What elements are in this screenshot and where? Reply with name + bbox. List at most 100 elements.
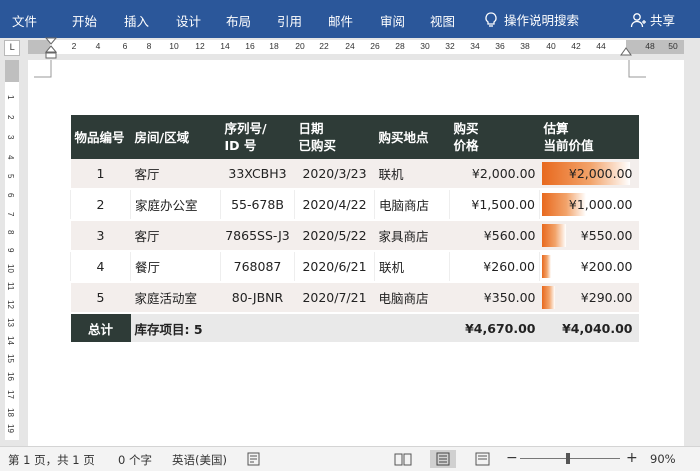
ruler-number: 24: [345, 41, 355, 51]
zoom-out-button[interactable]: −: [506, 450, 518, 466]
cell-price[interactable]: ¥260.00: [449, 251, 540, 283]
cell-place[interactable]: 联机: [374, 159, 450, 190]
cell-date[interactable]: 2020/7/21: [294, 282, 375, 314]
cell-room[interactable]: 客厅: [130, 220, 221, 252]
cell-price[interactable]: ¥350.00: [449, 282, 540, 314]
header-room[interactable]: 房间/区域: [130, 115, 221, 159]
ruler-number: 48: [645, 41, 655, 51]
cell-value[interactable]: ¥1,000.00: [539, 189, 639, 221]
crop-mark-icon: [34, 60, 52, 78]
cell-serial[interactable]: 33XCBH3: [220, 159, 295, 190]
header-item-number[interactable]: 物品编号: [70, 115, 131, 159]
cell-number[interactable]: 2: [70, 189, 131, 221]
cell-place[interactable]: 家具商店: [374, 220, 450, 252]
cell-number[interactable]: 4: [70, 251, 131, 283]
data-bar: [541, 286, 555, 309]
ruler-number: 10: [169, 41, 179, 51]
cell-price[interactable]: ¥1,500.00: [449, 189, 540, 221]
ruler-number: 19: [6, 424, 15, 433]
cell-value-text: ¥2,000.00: [568, 166, 633, 181]
tab-file[interactable]: 文件: [12, 11, 37, 30]
cell-value[interactable]: ¥550.00: [539, 220, 639, 252]
cell-place[interactable]: 电脑商店: [374, 189, 450, 221]
ruler-number: 12: [6, 300, 15, 309]
cell-room[interactable]: 客厅: [130, 159, 221, 190]
cell-price[interactable]: ¥560.00: [449, 220, 540, 252]
cell-date[interactable]: 2020/6/21: [294, 251, 375, 283]
header-value[interactable]: 估算 当前价值: [539, 115, 639, 159]
cell-value[interactable]: ¥2,000.00: [539, 159, 639, 190]
ruler-number: 42: [571, 41, 581, 51]
header-place[interactable]: 购买地点: [374, 115, 450, 159]
crop-mark-icon: [628, 60, 646, 78]
zoom-level[interactable]: 90%: [650, 452, 676, 466]
zoom-slider-track[interactable]: [520, 458, 620, 459]
zoom-in-button[interactable]: +: [626, 450, 638, 466]
zoom-slider-thumb[interactable]: [566, 453, 570, 464]
tab-insert[interactable]: 插入: [124, 11, 149, 30]
header-date[interactable]: 日期 已购买: [294, 115, 375, 159]
cell-date[interactable]: 2020/5/22: [294, 220, 375, 252]
cell-number[interactable]: 3: [70, 220, 131, 252]
cell-value[interactable]: ¥290.00: [539, 282, 639, 314]
table-header-row: 物品编号 房间/区域 序列号/ID 号 日期 已购买 购买地点 购买 价格 估算 当前…: [70, 115, 639, 159]
tab-design[interactable]: 设计: [176, 11, 201, 30]
ruler-number: 6: [122, 41, 128, 51]
cell-date[interactable]: 2020/3/23: [294, 159, 375, 190]
tab-review[interactable]: 审阅: [380, 11, 405, 30]
total-items[interactable]: 库存项目: 5: [130, 313, 450, 344]
tab-selector[interactable]: L: [4, 40, 20, 56]
share-button[interactable]: 共享: [630, 10, 675, 29]
cell-place[interactable]: 联机: [374, 251, 450, 283]
tab-view[interactable]: 视图: [430, 11, 455, 30]
vertical-ruler[interactable]: 1 2 3 4 5 6 7 8 9 10 11 12 13 14 15 16 1…: [5, 60, 19, 440]
ruler-number: 4: [95, 41, 101, 51]
total-label[interactable]: 总计: [70, 313, 131, 344]
tab-mailings[interactable]: 邮件: [328, 11, 353, 30]
word-count[interactable]: 0 个字: [118, 452, 152, 468]
tab-references[interactable]: 引用: [277, 11, 302, 30]
cell-price[interactable]: ¥2,000.00: [449, 159, 540, 190]
web-layout-icon[interactable]: [470, 450, 496, 468]
inventory-table[interactable]: 物品编号 房间/区域 序列号/ID 号 日期 已购买 购买地点 购买 价格 估算 当前…: [70, 115, 639, 344]
indent-marker-icon[interactable]: [45, 37, 57, 61]
cell-serial[interactable]: 80-JBNR: [220, 282, 295, 314]
header-serial[interactable]: 序列号/ID 号: [220, 115, 295, 159]
ruler-number: 32: [445, 41, 455, 51]
print-layout-icon[interactable]: [430, 450, 456, 468]
ruler-number: 18: [6, 408, 15, 417]
header-price[interactable]: 购买 价格: [449, 115, 540, 159]
table-row: 5 家庭活动室 80-JBNR 2020/7/21 电脑商店 ¥350.00 ¥…: [70, 282, 639, 314]
tab-home[interactable]: 开始: [72, 11, 97, 30]
cell-number[interactable]: 5: [70, 282, 131, 314]
cell-room[interactable]: 家庭办公室: [130, 189, 221, 221]
cell-value[interactable]: ¥200.00: [539, 251, 639, 283]
tab-layout[interactable]: 布局: [226, 11, 251, 30]
cell-serial[interactable]: 768087: [220, 251, 295, 283]
cell-room[interactable]: 家庭活动室: [130, 282, 221, 314]
total-price[interactable]: ¥4,670.00: [449, 313, 540, 344]
total-value[interactable]: ¥4,040.00: [539, 313, 639, 344]
read-mode-icon[interactable]: [390, 450, 416, 468]
page-count[interactable]: 第 1 页，共 1 页: [8, 452, 95, 468]
cell-date[interactable]: 2020/4/22: [294, 189, 375, 221]
ruler-number: 12: [195, 41, 205, 51]
status-bar: 第 1 页，共 1 页 0 个字 英语(美国) − + 90%: [0, 446, 700, 471]
ruler-number: 2: [71, 41, 77, 51]
accessibility-icon[interactable]: [246, 451, 262, 467]
cell-serial[interactable]: 7865SS-J3: [220, 220, 295, 252]
ruler-number: 9: [6, 248, 15, 253]
ruler-number: 13: [6, 318, 15, 327]
cell-serial[interactable]: 55-678B: [220, 189, 295, 221]
tell-me-search[interactable]: 操作说明搜索: [484, 10, 579, 29]
cell-value-text: ¥1,000.00: [568, 197, 633, 212]
ruler-number: 2: [6, 115, 15, 120]
ruler-number: 22: [319, 41, 329, 51]
language[interactable]: 英语(美国): [172, 452, 227, 468]
horizontal-ruler[interactable]: 2 4 6 8 10 12 14 16 18 20 22 24 26 28 30…: [28, 40, 684, 54]
cell-room[interactable]: 餐厅: [130, 251, 221, 283]
cell-place[interactable]: 电脑商店: [374, 282, 450, 314]
right-indent-marker-icon[interactable]: [620, 46, 632, 58]
ruler-number: 8: [146, 41, 152, 51]
cell-number[interactable]: 1: [70, 159, 131, 190]
